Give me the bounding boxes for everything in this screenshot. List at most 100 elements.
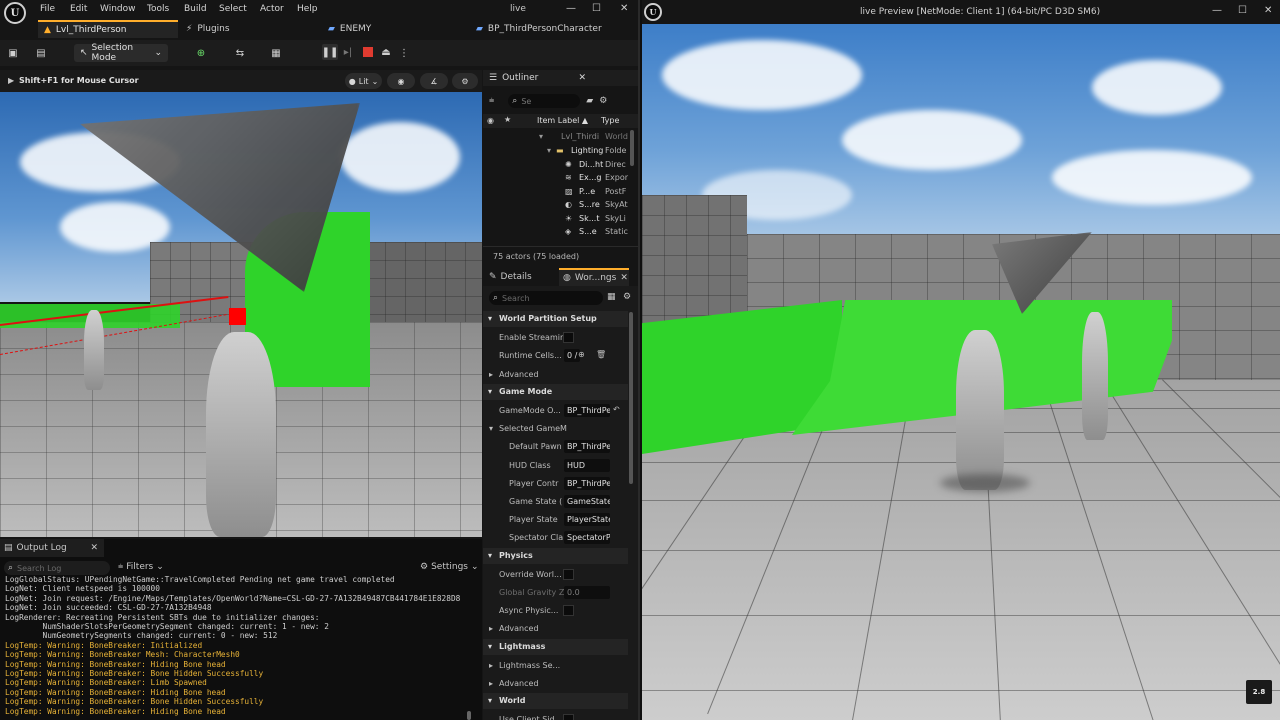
menu-file[interactable]: File: [40, 4, 55, 14]
outliner-row[interactable]: ◐ S...re SkyAt: [483, 198, 638, 211]
gear-icon[interactable]: ⚙: [599, 96, 607, 106]
property-checkbox[interactable]: [563, 568, 574, 580]
cloud: [842, 110, 1022, 170]
close-icon[interactable]: ✕: [1264, 5, 1272, 16]
close-icon[interactable]: ✕: [578, 73, 586, 83]
blueprint-menu-icon[interactable]: ⇆: [228, 44, 252, 62]
level-viewport[interactable]: ▶ Shift+F1 for Mouse Cursor ● Lit ⌄ ◉ ∡ ⚙: [0, 70, 482, 537]
property-value[interactable]: HUD: [564, 458, 610, 472]
outliner-columns: ◉ ★ Item Label ▲ Type: [483, 114, 638, 128]
menu-select[interactable]: Select: [219, 4, 247, 14]
outliner-row[interactable]: ☀ Sk...t SkyLi: [483, 212, 638, 225]
outliner-scrollbar[interactable]: [630, 130, 634, 166]
gear-icon[interactable]: ⚙: [623, 292, 631, 302]
tab-bp-character[interactable]: ▰ BP_ThirdPersonCharacter: [470, 20, 638, 38]
maximize-icon[interactable]: ☐: [592, 3, 601, 14]
property-value[interactable]: BP_ThirdPer: [564, 476, 610, 490]
details-section-header[interactable]: ▾ Lightmass: [483, 638, 628, 655]
menu-help[interactable]: Help: [297, 4, 318, 14]
expand-icon[interactable]: ▸: [489, 624, 493, 633]
minimize-icon[interactable]: —: [566, 3, 576, 14]
content-browser-icon[interactable]: ▤: [34, 44, 48, 62]
type-column[interactable]: Type: [601, 116, 619, 125]
tab-details[interactable]: ✎ Details: [483, 268, 532, 286]
shadow: [940, 474, 1030, 492]
property-value[interactable]: BP_ThirdPer: [564, 404, 610, 417]
selection-mode-dropdown[interactable]: ↖ Selection Mode ⌄: [74, 43, 168, 63]
transform-tools-button[interactable]: ∡: [420, 73, 448, 89]
viewport-settings-button[interactable]: ⚙: [452, 73, 478, 89]
table-view-icon[interactable]: ▦: [607, 292, 616, 302]
outliner-row[interactable]: ◈ S...e Static: [483, 225, 638, 238]
pause-button[interactable]: ❚❚: [322, 44, 338, 60]
maximize-icon[interactable]: ☐: [1238, 5, 1247, 16]
lit-view-mode-button[interactable]: ● Lit ⌄: [345, 73, 382, 89]
preview-title-bar: U live Preview [NetMode: Client 1] (64-b…: [642, 0, 1280, 24]
cinematics-icon[interactable]: ▦: [264, 44, 288, 62]
log-scrollbar[interactable]: [467, 711, 471, 720]
close-icon[interactable]: ✕: [620, 3, 628, 14]
tab-level[interactable]: ▲ Lvl_ThirdPerson: [38, 20, 178, 38]
details-scrollbar[interactable]: [629, 312, 633, 484]
menu-actor[interactable]: Actor: [260, 4, 284, 14]
expand-icon[interactable]: ▾: [489, 424, 493, 433]
expand-icon[interactable]: ▸: [489, 661, 493, 670]
play-options-icon[interactable]: ⋮: [398, 44, 410, 62]
property-label: Player Contr: [509, 478, 559, 488]
menu-edit[interactable]: Edit: [70, 4, 87, 14]
eject-icon[interactable]: ⏏: [378, 44, 394, 60]
trash-icon[interactable]: 🗑: [596, 350, 606, 359]
property-value[interactable]: PlayerState: [564, 513, 610, 527]
property-checkbox[interactable]: [563, 714, 574, 720]
property-value[interactable]: GameStateE: [564, 495, 610, 508]
menu-window[interactable]: Window: [100, 4, 136, 14]
add-icon[interactable]: ⊕: [578, 350, 585, 359]
minimize-icon[interactable]: —: [1212, 5, 1222, 16]
menu-tools[interactable]: Tools: [147, 4, 169, 14]
log-line: LogTemp: Warning: BoneBreaker: Bone Hidd…: [5, 669, 264, 679]
property-value[interactable]: SpectatorPa: [564, 531, 610, 545]
property-value[interactable]: 0.0: [564, 586, 610, 599]
close-icon[interactable]: ✕: [620, 273, 628, 283]
details-section-header[interactable]: ▾ Physics: [483, 547, 628, 564]
menu-build[interactable]: Build: [184, 4, 207, 14]
show-flags-button[interactable]: ◉: [387, 73, 415, 89]
output-log-tab[interactable]: ▤ Output Log ✕: [0, 539, 104, 557]
property-checkbox[interactable]: [563, 332, 574, 344]
details-section-header[interactable]: ▾ World: [483, 693, 628, 710]
tab-plugins[interactable]: ⚡ Plugins: [180, 20, 320, 38]
step-icon[interactable]: ▸|: [340, 44, 356, 60]
outliner-row[interactable]: ✺ Di...ht Direc: [483, 158, 638, 171]
filters-dropdown[interactable]: ⩧ Filters ⌄: [118, 562, 164, 572]
outliner-row[interactable]: ▾ ▬ Lighting Folde: [483, 144, 638, 157]
details-search[interactable]: ⌕ Search: [489, 291, 603, 305]
sky-atmosphere-icon: ◐: [565, 200, 572, 209]
log-search[interactable]: ⌕ Search Log: [4, 561, 110, 575]
star-icon[interactable]: ★: [504, 115, 511, 124]
details-section-header[interactable]: ▾ World Partition Setup: [483, 311, 628, 327]
property-value[interactable]: BP_ThirdPer: [564, 440, 610, 454]
expand-icon[interactable]: ▸: [489, 679, 493, 688]
reset-arrow-icon[interactable]: ↶: [613, 405, 620, 414]
outliner-row[interactable]: ▾ Lvl_Thirdi World: [483, 130, 638, 143]
expand-icon[interactable]: ▸: [489, 370, 493, 379]
details-property-row: GameMode O... BP_ThirdPer ↶: [483, 402, 628, 420]
tab-enemy[interactable]: ▰ ENEMY: [322, 20, 462, 38]
outliner-row[interactable]: ▨ P...e PostF: [483, 185, 638, 198]
save-icon[interactable]: ▣: [6, 44, 20, 62]
item-label-column[interactable]: Item Label ▲: [537, 116, 588, 125]
add-actor-icon[interactable]: ⊕: [190, 44, 212, 62]
gear-icon: ⚙: [461, 76, 469, 86]
settings-dropdown[interactable]: ⚙ Settings ⌄: [420, 562, 479, 572]
outliner-row[interactable]: ≋ Ex...g Expor: [483, 171, 638, 184]
filter-icon[interactable]: ⩧: [489, 96, 494, 106]
stop-button[interactable]: [360, 44, 376, 60]
selection-mode-label: Selection Mode: [91, 43, 134, 63]
property-checkbox[interactable]: [563, 605, 574, 617]
tab-world-settings[interactable]: ◍ Wor...ngs ✕: [559, 268, 629, 286]
close-icon[interactable]: ✕: [90, 543, 98, 553]
outliner-search[interactable]: ⌕ Se: [508, 94, 581, 108]
visibility-icon[interactable]: ◉: [487, 116, 494, 125]
details-section-header[interactable]: ▾ Game Mode: [483, 383, 628, 400]
folder-add-icon[interactable]: ▰: [586, 96, 593, 106]
